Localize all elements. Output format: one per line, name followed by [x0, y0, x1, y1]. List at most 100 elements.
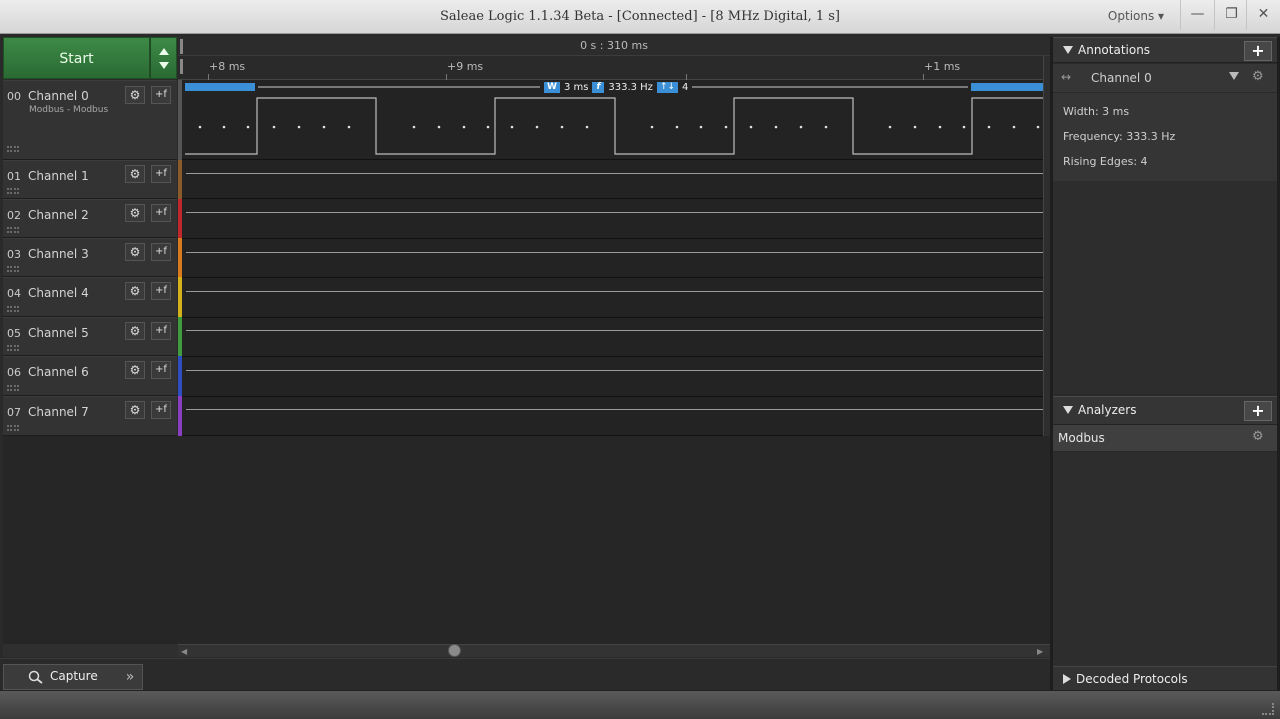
gear-icon[interactable]: ⚙	[125, 86, 145, 104]
scroll-thumb[interactable]	[448, 644, 461, 657]
gear-icon[interactable]: ⚙	[125, 282, 145, 300]
channel-name[interactable]: Channel 1	[28, 169, 89, 183]
channel-row-0[interactable]: 00 Channel 0 Modbus - Modbus ⚙ +f	[3, 80, 177, 160]
gear-icon[interactable]: ⚙	[125, 165, 145, 183]
channel-row-4[interactable]: 04 Channel 4 ⚙ +f	[3, 277, 177, 317]
minimize-button[interactable]: —	[1180, 0, 1214, 30]
channel-2-signal[interactable]	[186, 212, 1043, 213]
gear-icon[interactable]: ⚙	[125, 322, 145, 340]
trigger-icon[interactable]: +f	[151, 165, 171, 183]
trigger-icon[interactable]: +f	[151, 282, 171, 300]
ruler-handle[interactable]	[180, 59, 183, 74]
channel-row-1[interactable]: 01 Channel 1 ⚙ +f	[3, 160, 177, 199]
channel-3-signal[interactable]	[186, 252, 1043, 253]
width-value: 3 ms	[563, 82, 589, 93]
resize-grip-icon[interactable]	[1262, 703, 1274, 715]
start-button[interactable]: Start	[3, 37, 150, 79]
decoded-protocols-header[interactable]: Decoded Protocols	[1053, 666, 1277, 692]
expand-tabs-icon[interactable]: »	[118, 668, 142, 686]
trigger-icon[interactable]: +f	[151, 322, 171, 340]
dropdown-icon[interactable]	[1229, 72, 1239, 80]
row-divider	[178, 356, 1044, 357]
gear-icon[interactable]: ⚙	[1252, 429, 1264, 444]
channel-6-signal[interactable]	[186, 370, 1043, 371]
drag-handle-icon[interactable]	[7, 227, 19, 233]
time-ruler: +8 ms +9 ms +1 ms	[178, 56, 1050, 80]
channel-row-2[interactable]: 02 Channel 2 ⚙ +f	[3, 199, 177, 238]
channel-row-6[interactable]: 06 Channel 6 ⚙ +f	[3, 356, 177, 396]
row-divider	[178, 198, 1044, 199]
channel-4-signal[interactable]	[186, 291, 1043, 292]
trigger-icon[interactable]: +f	[151, 401, 171, 419]
annotation-channel[interactable]: Channel 0	[1091, 71, 1152, 85]
width-badge: W	[544, 82, 560, 93]
analyzers-empty-area	[1053, 452, 1277, 666]
channel-color-stripe-2	[178, 199, 182, 238]
analyzer-name[interactable]: Modbus	[1058, 431, 1105, 445]
trigger-icon[interactable]: +f	[151, 86, 171, 104]
channel-color-stripe-6	[178, 356, 182, 396]
annotation-item[interactable]: ↔ Channel 0 ⚙	[1053, 64, 1277, 93]
drag-handle-icon[interactable]	[7, 188, 19, 194]
channel-7-signal[interactable]	[186, 409, 1043, 410]
channel-5-signal[interactable]	[186, 330, 1043, 331]
drag-handle-icon[interactable]	[7, 425, 19, 431]
drag-handle-icon[interactable]	[7, 266, 19, 272]
ruler-tick: +8 ms	[209, 60, 246, 73]
annotation-details: Width: 3 ms Frequency: 333.3 Hz Rising E…	[1053, 93, 1277, 181]
channel-row-3[interactable]: 03 Channel 3 ⚙ +f	[3, 238, 177, 277]
channel-number: 00	[7, 90, 21, 103]
trigger-icon[interactable]: +f	[151, 204, 171, 222]
drag-handle-icon[interactable]	[7, 385, 19, 391]
channel-color-stripe-7	[178, 396, 182, 436]
horizontal-scrollbar[interactable]: ◀ ▶	[178, 644, 1050, 657]
channel-1-signal[interactable]	[186, 173, 1043, 174]
channel-name[interactable]: Channel 0	[28, 89, 89, 103]
channel-number: 03	[7, 248, 21, 261]
edges-badge: ↑↓	[656, 82, 679, 93]
drag-handle-icon[interactable]	[7, 345, 19, 351]
add-analyzer-button[interactable]: +	[1244, 401, 1272, 421]
row-divider	[178, 238, 1044, 239]
channel-number: 05	[7, 327, 21, 340]
collapse-icon	[1063, 46, 1073, 54]
gear-icon[interactable]: ⚙	[125, 204, 145, 222]
drag-handle-icon[interactable]	[7, 146, 19, 152]
add-annotation-button[interactable]: +	[1244, 41, 1272, 61]
channel-row-5[interactable]: 05 Channel 5 ⚙ +f	[3, 317, 177, 356]
channel-name[interactable]: Channel 5	[28, 326, 89, 340]
trigger-icon[interactable]: +f	[151, 243, 171, 261]
analyzers-header[interactable]: Analyzers +	[1053, 396, 1277, 425]
edges-value: 4	[682, 82, 689, 93]
channel-name[interactable]: Channel 7	[28, 405, 89, 419]
app-window: Saleae Logic 1.1.34 Beta - [Connected] -…	[0, 0, 1280, 719]
gear-icon[interactable]: ⚙	[1252, 69, 1264, 84]
channel-name[interactable]: Channel 2	[28, 208, 89, 222]
drag-handle-icon[interactable]	[7, 306, 19, 312]
options-menu[interactable]: Options ▾	[1100, 0, 1172, 34]
row-divider	[178, 396, 1044, 397]
bottom-tab-strip	[0, 658, 1050, 690]
channel-name[interactable]: Channel 3	[28, 247, 89, 261]
annotations-title: Annotations	[1078, 43, 1151, 57]
time-bar: 0 s : 310 ms	[178, 37, 1050, 56]
trigger-icon[interactable]: +f	[151, 361, 171, 379]
scroll-right-icon[interactable]: ▶	[1037, 647, 1043, 656]
search-icon	[28, 670, 43, 684]
channel-name[interactable]: Channel 4	[28, 286, 89, 300]
scroll-left-icon[interactable]: ◀	[181, 647, 187, 656]
close-button[interactable]: ✕	[1246, 0, 1280, 30]
channel-number: 07	[7, 406, 21, 419]
measurement-bar-right	[971, 83, 1044, 91]
channel-color-stripe-3	[178, 238, 182, 277]
gear-icon[interactable]: ⚙	[125, 243, 145, 261]
annotations-header[interactable]: Annotations +	[1053, 37, 1277, 63]
timebar-handle[interactable]	[180, 39, 183, 54]
channel-row-7[interactable]: 07 Channel 7 ⚙ +f	[3, 396, 177, 436]
gear-icon[interactable]: ⚙	[125, 401, 145, 419]
gear-icon[interactable]: ⚙	[125, 361, 145, 379]
analyzer-item[interactable]: Modbus ⚙	[1053, 425, 1277, 452]
start-options-button[interactable]	[150, 37, 177, 79]
restore-button[interactable]: ❐	[1214, 0, 1248, 30]
channel-name[interactable]: Channel 6	[28, 365, 89, 379]
